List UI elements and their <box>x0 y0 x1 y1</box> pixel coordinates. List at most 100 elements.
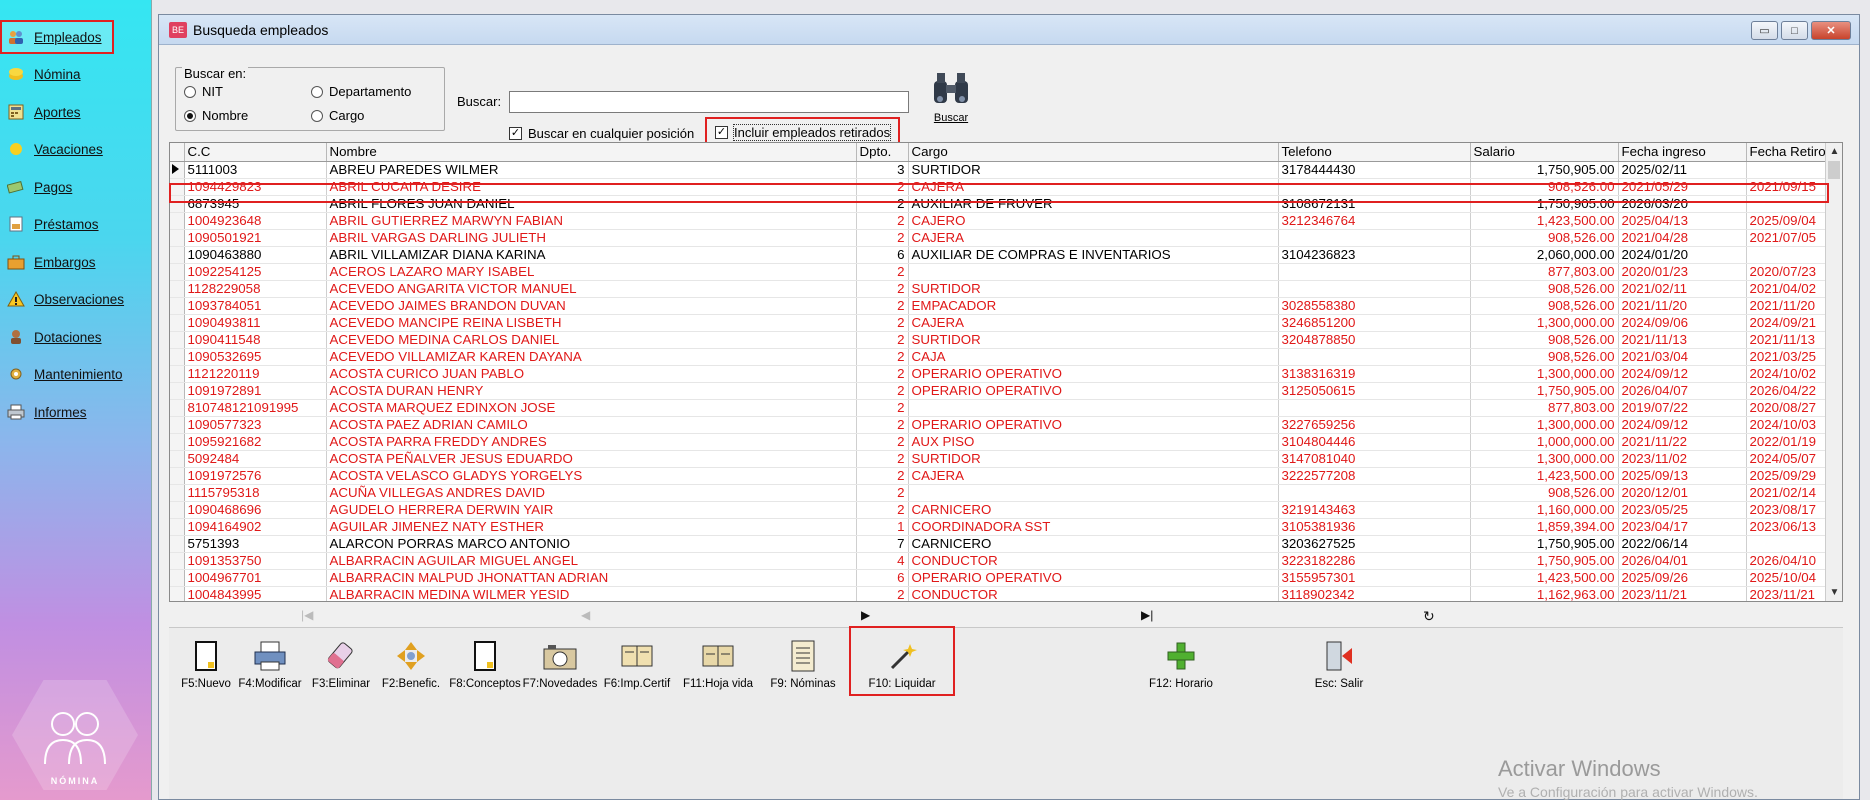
novedades-button[interactable]: F7:Novedades <box>523 628 597 692</box>
table-row[interactable]: 1128229058 ACEVEDO ANGARITA VICTOR MANUEL… <box>170 280 1842 298</box>
sidebar-item-mantenimiento[interactable]: Mantenimiento <box>6 359 144 389</box>
column-header-salario[interactable]: Salario <box>1470 143 1619 162</box>
table-row[interactable]: 1090493811 ACEVEDO MANCIPE REINA LISBETH 2… <box>170 314 1842 332</box>
last-record-button[interactable]: ▶| <box>1141 608 1153 622</box>
sidebar-item-informes[interactable]: Informes <box>6 397 144 427</box>
employees-grid[interactable]: C.C Nombre Dpto. Cargo Telefono Salario … <box>169 142 1843 602</box>
row-indicator[interactable] <box>170 399 185 417</box>
table-row[interactable]: 1090501921 ABRIL VARGAS DARLING JULIETH 2 C… <box>170 229 1842 247</box>
table-row[interactable]: 1090468696 AGUDELO HERRERA DERWIN YAIR 2 CA… <box>170 501 1842 519</box>
scroll-down-icon[interactable]: ▼ <box>1826 584 1842 601</box>
table-row[interactable]: 5111003 ABREU PAREDES WILMER 3 SURTIDOR 3178… <box>170 161 1842 179</box>
table-row[interactable]: 1095921682 ACOSTA PARRA FREDDY ANDRES 2 AUX… <box>170 433 1842 451</box>
row-indicator[interactable] <box>170 569 185 587</box>
table-row[interactable]: 1091353750 ALBARRACIN AGUILAR MIGUEL ANGE… <box>170 552 1842 570</box>
radio-nit[interactable]: NIT <box>184 84 223 99</box>
nuevo-button[interactable]: F5:Nuevo <box>181 628 231 692</box>
row-indicator[interactable] <box>170 297 185 315</box>
row-indicator[interactable] <box>170 450 185 468</box>
search-input[interactable] <box>509 91 909 113</box>
table-row[interactable]: 1115795318 ACUÑA VILLEGAS ANDRES DAVID 2 90… <box>170 484 1842 502</box>
sidebar-item-pagos[interactable]: Pagos <box>6 172 144 202</box>
column-header-dpto[interactable]: Dpto. <box>856 143 909 162</box>
row-indicator[interactable] <box>170 416 185 434</box>
table-row[interactable]: 1090411548 ACEVEDO MEDINA CARLOS DANIEL 2 S… <box>170 331 1842 349</box>
row-indicator[interactable] <box>170 586 185 601</box>
sidebar-item-dotaciones[interactable]: Dotaciones <box>6 322 144 352</box>
first-record-button[interactable]: |◀ <box>301 608 313 622</box>
liquidar-button[interactable]: F10: Liquidar <box>849 626 955 696</box>
table-row[interactable]: 1090463880 ABRIL VILLAMIZAR DIANA KARINA 6… <box>170 246 1842 264</box>
close-button[interactable]: ✕ <box>1811 21 1851 40</box>
table-row[interactable]: 1090577323 ACOSTA PAEZ ADRIAN CAMILO 2 OPER… <box>170 416 1842 434</box>
column-header-cargo[interactable]: Cargo <box>908 143 1279 162</box>
row-indicator[interactable] <box>170 348 185 366</box>
column-header-nombre[interactable]: Nombre <box>326 143 857 162</box>
modificar-button[interactable]: F4:Modificar <box>237 628 303 692</box>
conceptos-button[interactable]: F8:Conceptos <box>449 628 521 692</box>
row-indicator[interactable] <box>170 178 185 196</box>
column-header-cc[interactable]: C.C <box>184 143 327 162</box>
vertical-scrollbar[interactable]: ▲ ▼ <box>1825 143 1842 601</box>
hoja-vida-button[interactable]: F11:Hoja vida <box>679 628 757 692</box>
row-indicator[interactable] <box>170 552 185 570</box>
row-indicator[interactable] <box>170 314 185 332</box>
buscar-button[interactable]: Buscar <box>921 71 981 141</box>
row-indicator[interactable] <box>170 365 185 383</box>
row-indicator[interactable] <box>170 212 185 230</box>
table-row[interactable]: 1004843995 ALBARRACIN MEDINA WILMER YESID… <box>170 586 1842 601</box>
sidebar-item-prestamos[interactable]: Préstamos <box>6 209 144 239</box>
refresh-button[interactable]: ↻ <box>1423 608 1435 625</box>
row-indicator[interactable] <box>170 535 185 553</box>
column-header-telefono[interactable]: Telefono <box>1278 143 1471 162</box>
scroll-thumb[interactable] <box>1828 161 1840 179</box>
maximize-button[interactable]: □ <box>1781 21 1808 40</box>
row-indicator[interactable] <box>170 161 185 179</box>
row-indicator[interactable] <box>170 195 185 213</box>
table-row[interactable]: 1121220119 ACOSTA CURICO JUAN PABLO 2 OPERA… <box>170 365 1842 383</box>
table-row[interactable]: 1004923648 ABRIL GUTIERREZ MARWYN FABIAN 2… <box>170 212 1842 230</box>
table-row[interactable]: 1091972891 ACOSTA DURAN HENRY 2 OPERARIO OP… <box>170 382 1842 400</box>
table-row[interactable]: 1094429823 ABRIL CUCAITA DESIRE 2 CAJERA 908… <box>170 178 1842 196</box>
horario-button[interactable]: F12: Horario <box>1141 628 1221 692</box>
row-indicator[interactable] <box>170 246 185 264</box>
row-indicator[interactable] <box>170 484 185 502</box>
radio-cargo[interactable]: Cargo <box>311 108 364 123</box>
salir-button[interactable]: Esc: Salir <box>1309 628 1369 692</box>
table-row[interactable]: 1093784051 ACEVEDO JAIMES BRANDON DUVAN 2 E… <box>170 297 1842 315</box>
row-indicator[interactable] <box>170 382 185 400</box>
any-position-checkbox[interactable]: ✓ Buscar en cualquier posición <box>509 126 694 141</box>
table-row[interactable]: 1004967701 ALBARRACIN MALPUD JHONATTAN AD… <box>170 569 1842 587</box>
column-header-fecha-ingreso[interactable]: Fecha ingreso <box>1618 143 1747 162</box>
row-indicator[interactable] <box>170 467 185 485</box>
row-indicator[interactable] <box>170 518 185 536</box>
next-record-button[interactable]: ▶ <box>861 608 870 622</box>
sidebar-item-nomina[interactable]: Nómina <box>6 59 144 89</box>
eliminar-button[interactable]: F3:Eliminar <box>311 628 371 692</box>
row-indicator[interactable] <box>170 263 185 281</box>
sidebar-item-observaciones[interactable]: Observaciones <box>6 284 144 314</box>
row-indicator[interactable] <box>170 229 185 247</box>
imp-certif-button[interactable]: F6:Imp.Certif <box>601 628 673 692</box>
table-row[interactable]: 1094164902 AGUILAR JIMENEZ NATY ESTHER 1 CO… <box>170 518 1842 536</box>
table-row[interactable]: 1091972576 ACOSTA VELASCO GLADYS YORGELYS… <box>170 467 1842 485</box>
radio-nombre[interactable]: Nombre <box>184 108 248 123</box>
row-indicator[interactable] <box>170 433 185 451</box>
table-row[interactable]: 6873945 ABRIL FLORES JUAN DANIEL 2 AUXILIAR… <box>170 195 1842 213</box>
table-row[interactable]: 1092254125 ACEROS LAZARO MARY ISABEL 2 877,… <box>170 263 1842 281</box>
sidebar-item-embargos[interactable]: Embargos <box>6 247 144 277</box>
table-row[interactable]: 810748121091995 ACOSTA MARQUEZ EDINXON JO… <box>170 399 1842 417</box>
row-indicator[interactable] <box>170 280 185 298</box>
prior-record-button[interactable]: ◀ <box>581 608 590 622</box>
table-row[interactable]: 5092484 ACOSTA PEÑALVER JESUS EDUARDO 2 SUR… <box>170 450 1842 468</box>
table-row[interactable]: 1090532695 ACEVEDO VILLAMIZAR KAREN DAYAN… <box>170 348 1842 366</box>
minimize-button[interactable]: ▭ <box>1751 21 1778 40</box>
sidebar-item-aportes[interactable]: Aportes <box>6 97 144 127</box>
nominas-button[interactable]: F9: Nóminas <box>767 628 839 692</box>
row-indicator[interactable] <box>170 331 185 349</box>
radio-departamento[interactable]: Departamento <box>311 84 411 99</box>
window-titlebar[interactable]: BE Busqueda empleados ▭ □ ✕ <box>159 15 1859 45</box>
beneficiarios-button[interactable]: F2:Benefic. <box>379 628 443 692</box>
table-row[interactable]: 5751393 ALARCON PORRAS MARCO ANTONIO 7 CARN… <box>170 535 1842 553</box>
sidebar-item-empleados[interactable]: Empleados <box>0 20 114 54</box>
